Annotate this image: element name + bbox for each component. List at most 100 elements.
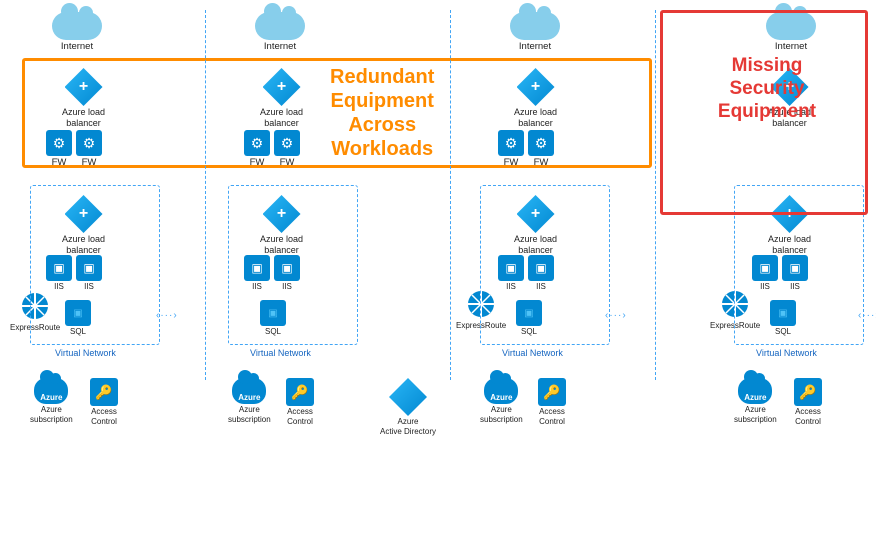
col3-dots-icon: ‹···›	[605, 310, 627, 321]
col1-dots: ‹···›	[156, 310, 178, 321]
col4-access-label: AccessControl	[795, 407, 821, 426]
col3-key-icon	[538, 378, 566, 406]
col2-lb-mid-icon	[263, 195, 301, 233]
col4-internet-label: Internet	[775, 41, 807, 52]
col2-sql-icon	[260, 300, 286, 326]
col3-sub: Azure Azuresubscription	[480, 378, 523, 424]
col1-fw2-icon	[76, 130, 102, 156]
col1-fw2-label: FW	[82, 157, 97, 168]
col1-dots-icon: ‹···›	[156, 310, 178, 321]
col3-lb-top-icon	[517, 68, 555, 106]
col2-fw2-icon	[274, 130, 300, 156]
orange-label: RedundantEquipmentAcrossWorkloads	[330, 65, 434, 161]
col3-lb-top-label: Azure loadbalancer	[514, 107, 557, 129]
col3-iis1-icon	[498, 255, 524, 281]
col4-sql-label: SQL	[775, 327, 791, 337]
col2-fw2-label: FW	[280, 157, 295, 168]
col3-sub-label: Azuresubscription	[480, 405, 523, 424]
col2-iis-row: IIS IIS	[244, 255, 300, 292]
col1-sub-icon: Azure	[34, 378, 68, 404]
col3-cloud-icon	[510, 12, 560, 40]
col1-er: ExpressRoute	[10, 290, 60, 333]
active-directory: AzureActive Directory	[380, 378, 436, 436]
col1-sql-label: SQL	[70, 327, 86, 337]
col4-iis-row: IIS IIS	[752, 255, 808, 292]
col1-lb-top: Azure loadbalancer	[62, 68, 105, 129]
sep-line-1	[205, 10, 207, 380]
col2-fw1-label: FW	[250, 157, 265, 168]
col4-sql-icon	[770, 300, 796, 326]
col4-dots: ‹···›	[858, 310, 876, 321]
col3-vnet-label: Virtual Network	[502, 348, 563, 358]
col4-access: AccessControl	[794, 378, 822, 426]
col4-er-icon	[719, 288, 751, 320]
col3-internet: Internet	[510, 12, 560, 52]
col3-iis-row: IIS IIS	[498, 255, 554, 292]
col1-iis-row: IIS IIS	[46, 255, 102, 292]
col3-sql: SQL	[516, 300, 542, 337]
col2-iis1-label: IIS	[252, 282, 262, 292]
col3-iis2-label: IIS	[536, 282, 546, 292]
col2-lb-top: Azure loadbalancer	[260, 68, 303, 129]
col4-vn-label: Virtual Network	[756, 348, 817, 358]
col1-internet-label: Internet	[61, 41, 93, 52]
col2-vn-label: Virtual Network	[250, 348, 311, 358]
col3-sql-icon	[516, 300, 542, 326]
col4-dots-icon: ‹···›	[858, 310, 876, 321]
col3-iis2-icon	[528, 255, 554, 281]
col2-sub: Azure Azuresubscription	[228, 378, 271, 424]
col4-sub-label: Azuresubscription	[734, 405, 777, 424]
col1-sub-label: Azuresubscription	[30, 405, 73, 424]
col2-iis2-icon	[274, 255, 300, 281]
col4-lb-mid: Azure loadbalancer	[768, 195, 811, 256]
col3-lb-top: Azure loadbalancer	[514, 68, 557, 129]
col2-lb-top-label: Azure loadbalancer	[260, 107, 303, 129]
col3-lb-mid-label: Azure loadbalancer	[514, 234, 557, 256]
col1-iis1-icon	[46, 255, 72, 281]
col3-fw1-label: FW	[504, 157, 519, 168]
col4-er: ExpressRoute	[710, 288, 760, 331]
col2-access-label: AccessControl	[287, 407, 313, 426]
col1-lb-mid-label: Azure loadbalancer	[62, 234, 105, 256]
col1-sub: Azure Azuresubscription	[30, 378, 73, 424]
col4-lb-mid-icon	[771, 195, 809, 233]
col2-iis1-icon	[244, 255, 270, 281]
sep-line-2	[450, 10, 452, 380]
col4-key-icon	[794, 378, 822, 406]
col4-sub: Azure Azuresubscription	[734, 378, 777, 424]
col1-sql: SQL	[65, 300, 91, 337]
col3-fw2-label: FW	[534, 157, 549, 168]
col1-iis2-label: IIS	[84, 282, 94, 292]
col1-sql-icon	[65, 300, 91, 326]
col2-sql: SQL	[260, 300, 286, 337]
col4-iis1-label: IIS	[760, 282, 770, 292]
col1-fw-row: FW FW	[46, 130, 102, 168]
col2-fw1-icon	[244, 130, 270, 156]
col2-key-icon	[286, 378, 314, 406]
col1-lb-top-label: Azure loadbalancer	[62, 107, 105, 129]
col2-access: AccessControl	[286, 378, 314, 426]
col3-sub-icon: Azure	[484, 378, 518, 404]
col2-internet-label: Internet	[264, 41, 296, 52]
sep-line-3	[655, 10, 657, 380]
col1-fw1-label: FW	[52, 157, 67, 168]
col3-fw2-icon	[528, 130, 554, 156]
col3-vn-label: Virtual Network	[502, 348, 563, 358]
col1-vnet-label: Virtual Network	[55, 348, 116, 358]
col3-dots: ‹···›	[605, 310, 627, 321]
col2-iis2-label: IIS	[282, 282, 292, 292]
col1-lb-mid: Azure loadbalancer	[62, 195, 105, 256]
col1-lb-mid-icon	[65, 195, 103, 233]
col1-lb-top-icon	[65, 68, 103, 106]
col4-cloud-icon	[766, 12, 816, 40]
col3-er-icon	[465, 288, 497, 320]
col1-er-label: ExpressRoute	[10, 323, 60, 333]
col3-lb-mid-icon	[517, 195, 555, 233]
col4-sub-icon: Azure	[738, 378, 772, 404]
col1-key-icon	[90, 378, 118, 406]
col3-er: ExpressRoute	[456, 288, 506, 331]
col3-access-label: AccessControl	[539, 407, 565, 426]
col4-sql: SQL	[770, 300, 796, 337]
ad-label: AzureActive Directory	[380, 417, 436, 436]
col1-internet: Internet	[52, 12, 102, 52]
